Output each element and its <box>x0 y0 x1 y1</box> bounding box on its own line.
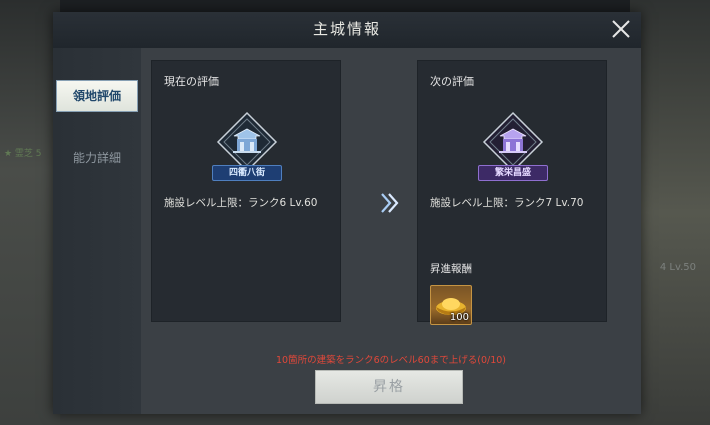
close-icon <box>612 20 630 38</box>
requirement-text: 10箇所の建築をランク6のレベル60まで上げる(0/10) <box>276 355 506 366</box>
background-right-text: 4 Lv.50 <box>659 262 696 273</box>
background-left-map <box>0 0 60 425</box>
background-left-text: ★ 霊芝 5 <box>4 149 42 159</box>
reward-title: 昇進報酬 <box>430 263 472 275</box>
background-right-map <box>630 0 710 425</box>
content-area: 現在の評価 四衢八街 施設レベル上限：ランク6 Lv.60 次の評価 繁栄昌盛 … <box>141 48 641 414</box>
tab-territory-rating[interactable]: 領地評価 <box>56 80 138 112</box>
double-chevron-right-icon <box>381 193 399 213</box>
tab-ability-details[interactable]: 能力詳細 <box>55 142 139 174</box>
reward-count: 100 <box>449 312 469 323</box>
current-rating-title: 現在の評価 <box>164 75 219 88</box>
next-rank-name: 繁栄昌盛 <box>478 165 548 181</box>
rank-emblem-purple-icon <box>482 111 544 173</box>
current-cap-text: 施設レベル上限：ランク6 Lv.60 <box>164 197 318 209</box>
next-rating-title: 次の評価 <box>430 75 474 88</box>
side-tabs: 領地評価 能力詳細 <box>53 48 141 414</box>
next-rating-panel: 次の評価 繁栄昌盛 施設レベル上限：ランク7 Lv.70 昇進報酬 100 <box>417 60 607 325</box>
rank-emblem-blue-icon <box>216 111 278 173</box>
current-rating-panel: 現在の評価 四衢八街 施設レベル上限：ランク6 Lv.60 <box>151 60 341 322</box>
dialog-title: 主城情報 <box>312 20 381 38</box>
reward-item[interactable]: 100 <box>430 285 472 325</box>
current-rank-name: 四衢八街 <box>212 165 282 181</box>
city-info-dialog: 主城情報 領地評価 能力詳細 現在の評価 四衢八街 施設レベル上限：ランク6 L… <box>53 12 641 414</box>
promote-button[interactable]: 昇格 <box>315 370 463 404</box>
dialog-header: 主城情報 <box>53 12 641 49</box>
close-button[interactable] <box>609 17 633 41</box>
next-cap-text: 施設レベル上限：ランク7 Lv.70 <box>430 197 584 209</box>
